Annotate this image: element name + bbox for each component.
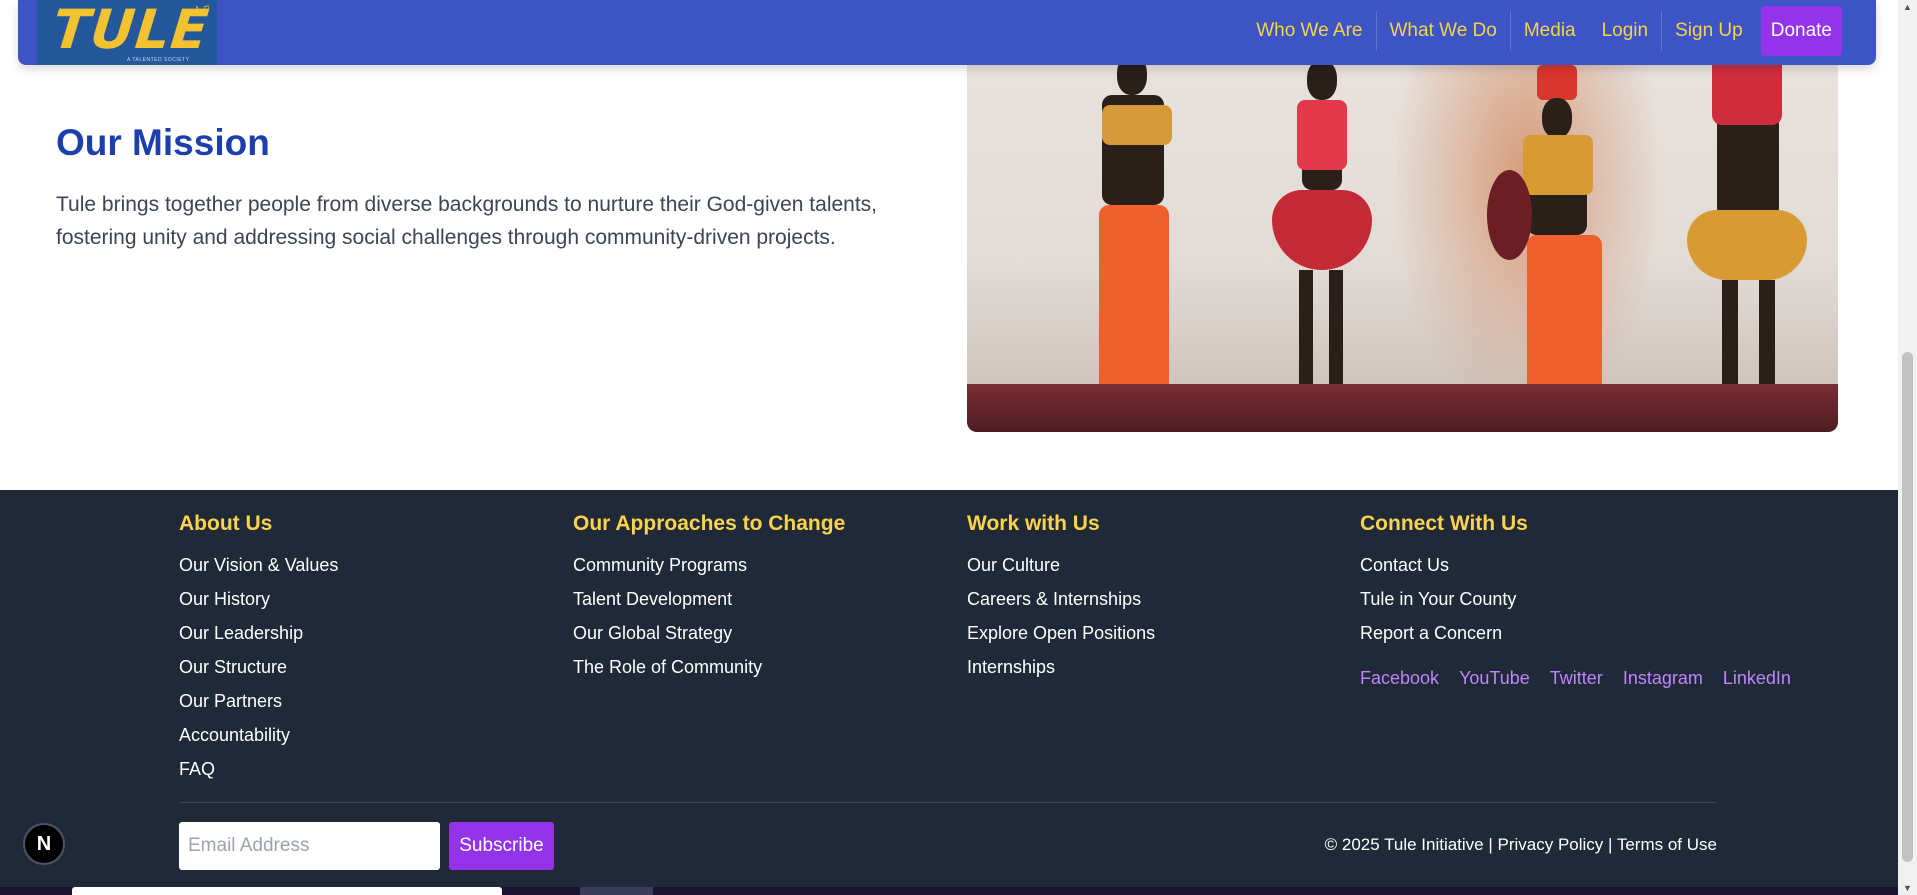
taskbar-search-box[interactable]: [72, 887, 502, 895]
nextjs-dev-badge[interactable]: N: [23, 823, 65, 865]
nav-media[interactable]: Media: [1509, 11, 1589, 51]
footer-column-work: Work with Us Our Culture Careers & Inter…: [967, 512, 1155, 688]
footer-link[interactable]: Our Global Strategy: [573, 620, 845, 654]
scroll-down-arrow-icon[interactable]: ▼: [1903, 883, 1912, 893]
social-links: Facebook YouTube Twitter Instagram Linke…: [1360, 668, 1811, 689]
mission-text: Tule brings together people from diverse…: [56, 193, 878, 249]
footer-link[interactable]: Our Structure: [179, 654, 338, 688]
nav-login[interactable]: Login: [1589, 11, 1662, 51]
copyright-text: © 2025 Tule Initiative | Privacy Policy …: [1324, 835, 1717, 854]
footer-link[interactable]: The Role of Community: [573, 654, 845, 688]
footer-column-connect: Connect With Us Contact Us Tule in Your …: [1360, 512, 1811, 689]
footer-link[interactable]: Internships: [967, 654, 1155, 688]
nav-what-we-do[interactable]: What We Do: [1375, 11, 1510, 51]
footer-link[interactable]: Accountability: [179, 722, 338, 756]
footer-link[interactable]: Tule in Your County: [1360, 586, 1811, 620]
twitter-link[interactable]: Twitter: [1550, 668, 1603, 689]
scroll-up-arrow-icon[interactable]: ▲: [1903, 2, 1912, 12]
footer-column-about: About Us Our Vision & Values Our History…: [179, 512, 338, 790]
footer-divider: [179, 802, 1717, 803]
email-input[interactable]: [179, 822, 440, 870]
nav-sign-up[interactable]: Sign Up: [1661, 11, 1756, 51]
facebook-link[interactable]: Facebook: [1360, 668, 1439, 689]
footer-link[interactable]: Our History: [179, 586, 338, 620]
photo-floor: [967, 384, 1838, 432]
youtube-link[interactable]: YouTube: [1459, 668, 1530, 689]
logo-wordmark: TULE: [49, 0, 213, 61]
footer-link[interactable]: Our Partners: [179, 688, 338, 722]
site-footer: About Us Our Vision & Values Our History…: [0, 490, 1898, 895]
footer-heading: Our Approaches to Change: [573, 512, 846, 535]
subscribe-button[interactable]: Subscribe: [449, 822, 554, 870]
footer-link[interactable]: FAQ: [179, 756, 338, 790]
mission-title: Our Mission: [56, 122, 270, 163]
footer-link[interactable]: Community Programs: [573, 552, 845, 586]
donate-button[interactable]: Donate: [1760, 6, 1842, 56]
footer-link[interactable]: Careers & Internships: [967, 586, 1155, 620]
footer-link[interactable]: Our Leadership: [179, 620, 338, 654]
top-navbar: TULE ♪♫ A TALENTED SOCIETY Who We Are Wh…: [18, 0, 1876, 65]
logo-tagline: A TALENTED SOCIETY: [127, 57, 190, 63]
footer-link[interactable]: Talent Development: [573, 586, 845, 620]
footer-column-approaches: Our Approaches to Change Community Progr…: [573, 512, 845, 688]
footer-heading: Connect With Us: [1360, 512, 1528, 535]
music-notes-icon: ♪♫: [193, 0, 211, 16]
footer-link[interactable]: Our Culture: [967, 552, 1155, 586]
dancer-figure: [1257, 40, 1387, 420]
dancer-figure: [1077, 20, 1187, 420]
footer-link[interactable]: Explore Open Positions: [967, 620, 1155, 654]
page-scrollbar[interactable]: ▲ ▼: [1898, 0, 1917, 895]
taskbar-item[interactable]: [580, 887, 653, 895]
scrollbar-thumb[interactable]: [1902, 352, 1913, 862]
linkedin-link[interactable]: LinkedIn: [1723, 668, 1791, 689]
nav-links: Who We Are What We Do Media Login Sign U…: [1243, 6, 1842, 56]
instagram-link[interactable]: Instagram: [1623, 668, 1703, 689]
footer-heading: About Us: [179, 512, 273, 535]
footer-link[interactable]: Report a Concern: [1360, 620, 1811, 654]
tule-logo[interactable]: TULE ♪♫ A TALENTED SOCIETY: [37, 0, 217, 65]
footer-link[interactable]: Contact Us: [1360, 552, 1811, 586]
footer-heading: Work with Us: [967, 512, 1100, 535]
dancer-figure: [1487, 40, 1627, 425]
footer-link[interactable]: Our Vision & Values: [179, 552, 338, 586]
nav-who-we-are[interactable]: Who We Are: [1243, 11, 1375, 51]
